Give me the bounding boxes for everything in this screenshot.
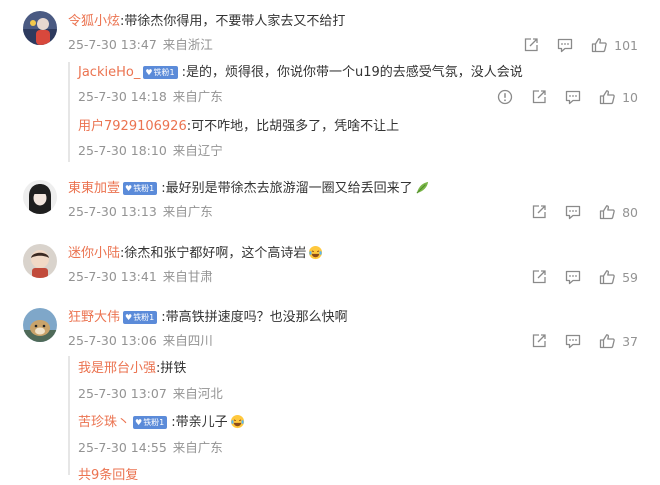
like-count: 80 — [622, 204, 638, 220]
comment-icon[interactable] — [564, 332, 582, 350]
comment-location: 来自甘肃 — [162, 269, 213, 284]
comment-text: 徐杰和张宁都好啊，这个高诗岩 — [124, 246, 307, 261]
fan-badge: ♥铁粉1 — [133, 416, 168, 429]
reply-actions: 10 — [480, 88, 638, 106]
like-button[interactable]: 10 — [598, 88, 638, 106]
reply-text: 是的，烦得很，你说你带一个u19的去感受气氛，没人会说 — [185, 65, 523, 80]
laugh-cry-emoji — [308, 245, 323, 260]
heart-icon: ♥ — [125, 184, 133, 193]
comment-actions: 101 — [506, 36, 638, 54]
share-icon[interactable] — [530, 332, 548, 350]
reply-text: 带亲儿子 — [175, 415, 228, 430]
reply-date: 25-7-30 18:10 — [78, 143, 167, 158]
comment-meta: 25-7-30 13:13 来自广东 — [68, 203, 213, 221]
share-icon[interactable] — [522, 36, 540, 54]
avatar[interactable] — [23, 11, 57, 45]
comment-text: 最好别是带徐杰去旅游溜一圈又给丢回来了 — [165, 181, 413, 196]
report-icon[interactable] — [496, 88, 514, 106]
like-button[interactable]: 101 — [590, 36, 638, 54]
like-count: 59 — [622, 269, 638, 285]
comment-list: 令狐小炫:带徐杰你得用，不要带人家去又不给打 25-7-30 13:47 来自浙江… — [0, 0, 660, 483]
comment-text: 带高铁拼速度吗？也没那么快啊 — [165, 310, 348, 325]
reply-location: 来自辽宁 — [172, 143, 223, 158]
reply-list: 我是邢台小强:拼铁 25-7-30 13:07 来自河北 苦珍珠丶 ♥铁粉1:带亲儿… — [68, 356, 244, 483]
comment-date: 25-7-30 13:06 — [68, 333, 157, 348]
like-button[interactable]: 59 — [598, 268, 638, 286]
comment-location: 来自浙江 — [162, 37, 213, 52]
comment-username[interactable]: 迷你小陆 — [68, 246, 120, 261]
share-icon[interactable] — [530, 268, 548, 286]
like-count: 10 — [622, 89, 638, 105]
heart-icon: ♥ — [135, 418, 143, 427]
comment-location: 来自广东 — [162, 204, 213, 219]
reply-date: 25-7-30 13:07 — [78, 386, 167, 401]
reply-meta: 25-7-30 14:55 来自广东 — [78, 439, 223, 457]
reply-location: 来自河北 — [172, 386, 223, 401]
like-count: 101 — [614, 37, 638, 53]
avatar[interactable] — [23, 180, 57, 214]
like-button[interactable]: 37 — [598, 332, 638, 350]
fan-badge: ♥铁粉1 — [123, 311, 158, 324]
like-icon[interactable] — [598, 203, 616, 221]
like-button[interactable]: 80 — [598, 203, 638, 221]
reply-username[interactable]: 我是邢台小强 — [78, 361, 156, 376]
heart-icon: ♥ — [125, 313, 133, 322]
like-icon[interactable] — [598, 268, 616, 286]
reply-meta: 25-7-30 13:07 来自河北 — [78, 385, 223, 403]
comment-icon[interactable] — [556, 36, 574, 54]
comment-username[interactable]: 狂野大伟 — [68, 310, 120, 325]
share-icon[interactable] — [530, 203, 548, 221]
comment-meta: 25-7-30 13:47 来自浙江 — [68, 36, 213, 54]
comment-username[interactable]: 東東加壹 — [68, 181, 120, 196]
reply-username[interactable]: 苦珍珠丶 — [78, 415, 130, 430]
comment-icon[interactable] — [564, 88, 582, 106]
comment-date: 25-7-30 13:13 — [68, 204, 157, 219]
avatar[interactable] — [23, 308, 57, 342]
laugh-cry-emoji — [230, 414, 245, 429]
reply-meta: 25-7-30 14:18 来自广东 — [78, 88, 223, 106]
fan-badge: ♥铁粉1 — [123, 182, 158, 195]
comment-date: 25-7-30 13:41 — [68, 269, 157, 284]
like-icon[interactable] — [590, 36, 608, 54]
comment-actions: 80 — [514, 203, 638, 221]
comment-location: 来自四川 — [162, 333, 213, 348]
reply-meta: 25-7-30 18:10 来自辽宁 — [78, 142, 223, 160]
comment-meta: 25-7-30 13:41 来自甘肃 — [68, 268, 213, 286]
comment-icon[interactable] — [564, 203, 582, 221]
reply-username[interactable]: 用户7929106926 — [78, 119, 187, 134]
fan-badge: ♥铁粉1 — [143, 66, 178, 79]
reply-location: 来自广东 — [172, 440, 223, 455]
like-count: 37 — [622, 333, 638, 349]
reply-location: 来自广东 — [172, 89, 223, 104]
comment-meta: 25-7-30 13:06 来自四川 — [68, 332, 213, 350]
comment-date: 25-7-30 13:47 — [68, 37, 157, 52]
comment-actions: 37 — [514, 332, 638, 350]
reply-date: 25-7-30 14:18 — [78, 89, 167, 104]
avatar[interactable] — [23, 244, 57, 278]
comment-icon[interactable] — [564, 268, 582, 286]
reply-text: 可不咋地，比胡强多了，凭啥不让上 — [191, 119, 400, 134]
share-icon[interactable] — [530, 88, 548, 106]
like-icon[interactable] — [598, 332, 616, 350]
comment-username[interactable]: 令狐小炫 — [68, 14, 120, 29]
comment-actions: 59 — [514, 268, 638, 286]
leaf-emoji — [415, 180, 430, 195]
more-replies-link[interactable]: 共9条回复 — [78, 467, 138, 485]
like-icon[interactable] — [598, 88, 616, 106]
reply-date: 25-7-30 14:55 — [78, 440, 167, 455]
reply-list: JackieHo_ ♥铁粉1:是的，烦得很，你说你带一个u19的去感受气氛，没人会… — [68, 62, 523, 162]
reply-text: 拼铁 — [160, 361, 187, 376]
comment-text: 带徐杰你得用，不要带人家去又不给打 — [124, 14, 346, 29]
heart-icon: ♥ — [145, 68, 153, 77]
reply-username[interactable]: JackieHo_ — [78, 65, 140, 80]
